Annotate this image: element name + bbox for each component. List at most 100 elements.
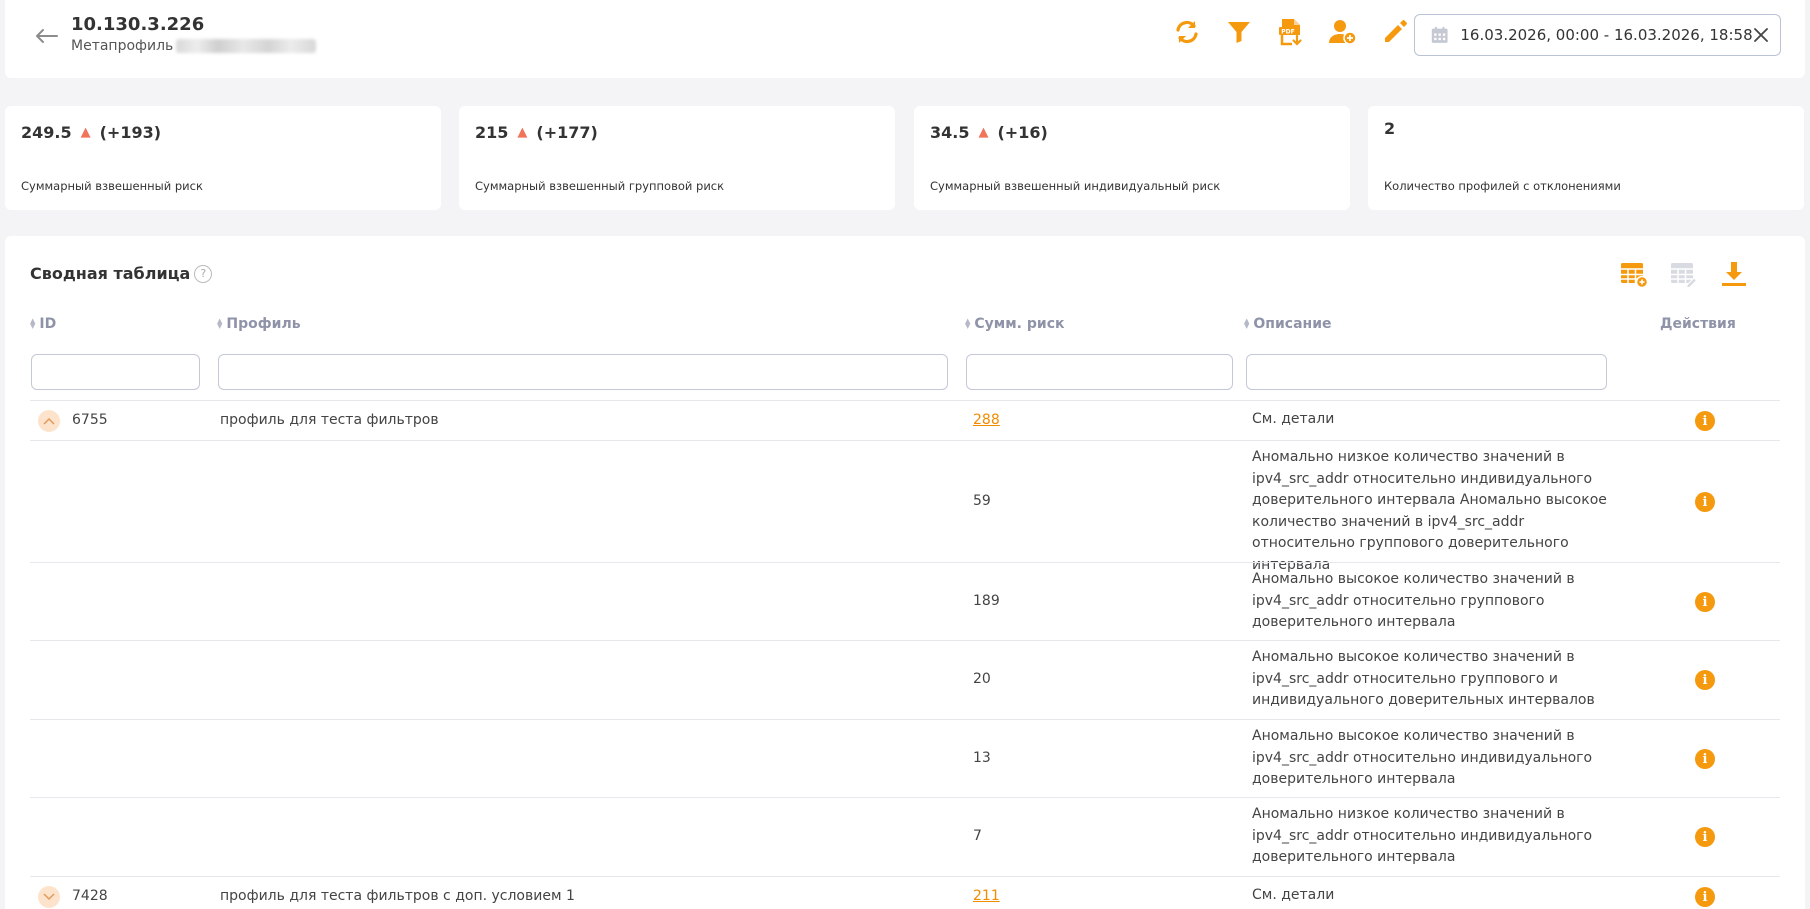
row-id: 6755 [72,412,108,428]
expand-row-button[interactable] [38,886,60,908]
page-title: 10.130.3.226 [71,14,205,35]
card-delta: (+193) [99,123,162,142]
date-range-value: 16.03.2026, 00:00 - 16.03.2026, 18:58 [1460,26,1753,44]
add-user-button[interactable] [1328,17,1358,47]
row-sum-risk-link[interactable]: 211 [973,888,1000,904]
user-add-icon [1329,20,1357,45]
filter-input-id[interactable] [31,354,200,390]
row-id: 7428 [72,888,108,904]
row-description: См. детали [1252,411,1335,427]
filter-input-sum-risk[interactable] [966,354,1233,390]
column-header-id[interactable]: ▲ ▼ ID [30,316,56,332]
back-arrow-icon [36,29,58,43]
table-row: 7428 профиль для теста фильтров с доп. у… [30,876,1780,909]
column-header-label: Сумм. риск [974,316,1065,332]
card-group-weighted-risk: 215 ▲ (+177) Суммарный взвешенный группо… [459,106,895,210]
info-icon[interactable]: i [1695,492,1715,512]
table-row: 13 Аномально высокое количество значений… [30,719,1780,797]
pdf-export-button[interactable]: PDF [1276,17,1306,47]
filter-button[interactable] [1224,17,1254,47]
table-title: Сводная таблица ? [30,264,213,283]
column-header-profile[interactable]: ▲ ▼ Профиль [217,316,301,332]
svg-text:PDF: PDF [1281,29,1294,36]
pdf-export-icon: PDF [1279,19,1302,46]
row-description: Аномально низкое количество значений в i… [1252,449,1607,573]
row-profile: профиль для теста фильтров [220,412,439,428]
summary-table-panel: Сводная таблица ? ▲ ▼ ID ▲ ▼ Профиль ▲ ▼… [5,236,1805,909]
column-header-label: Описание [1253,316,1332,332]
sort-icon: ▲ ▼ [217,317,223,330]
collapse-row-button[interactable] [38,410,60,432]
card-individual-weighted-risk: 34.5 ▲ (+16) Суммарный взвешенный индиви… [914,106,1350,210]
row-sum-risk-link[interactable]: 288 [973,412,1000,428]
trend-up-icon: ▲ [80,125,91,140]
card-label: Количество профилей с отклонениями [1384,179,1621,193]
table-title-text: Сводная таблица [30,264,191,283]
table-row: 6755 профиль для теста фильтров 288 См. … [30,400,1780,440]
column-header-label: ID [39,316,57,332]
sort-icon: ▲ ▼ [965,317,971,330]
back-button[interactable] [31,24,61,48]
column-header-sum-risk[interactable]: ▲ ▼ Сумм. риск [965,316,1065,332]
table-row: 7 Аномально низкое количество значений в… [30,797,1780,876]
page-header: 10.130.3.226 Метапрофиль PDF 16.03.2026,… [5,0,1805,78]
column-header-description[interactable]: ▲ ▼ Описание [1244,316,1332,332]
edit-button[interactable] [1380,17,1410,47]
column-header-actions: Действия [1660,316,1736,332]
table-toolbar [1619,258,1749,290]
row-sum-risk: 13 [973,750,991,766]
row-sum-risk: 59 [973,493,991,509]
filter-input-profile[interactable] [218,354,948,390]
row-profile: профиль для теста фильтров с доп. услови… [220,888,575,904]
card-value: 215 [475,123,509,142]
refresh-button[interactable] [1172,17,1202,47]
header-toolbar: PDF [1172,17,1410,47]
chevron-up-icon [43,417,55,425]
card-total-weighted-risk: 249.5 ▲ (+193) Суммарный взвешенный риск [5,106,441,210]
refresh-icon [1176,20,1198,44]
info-icon[interactable]: i [1695,592,1715,612]
clear-date-button[interactable] [1753,24,1770,46]
table-add-icon [1621,263,1648,288]
row-sum-risk: 20 [973,671,991,687]
close-icon [1754,28,1769,42]
trend-up-icon: ▲ [517,125,528,140]
row-description: Аномально низкое количество значений в i… [1252,806,1593,865]
edit-icon [1385,20,1407,42]
card-delta: (+16) [997,123,1048,142]
row-description: Аномально высокое количество значений в … [1252,571,1575,630]
download-icon [1722,262,1746,286]
metaprofile: Метапрофиль [71,38,317,54]
download-button[interactable] [1719,258,1749,290]
row-description: Аномально высокое количество значений в … [1252,728,1593,787]
info-icon[interactable]: i [1695,411,1715,431]
table-add-column-button[interactable] [1619,258,1649,290]
chevron-down-icon [43,893,55,901]
column-header-label: Действия [1660,316,1736,332]
info-icon[interactable]: i [1695,827,1715,847]
metric-cards: 249.5 ▲ (+193) Суммарный взвешенный риск… [5,106,1805,210]
card-value: 249.5 [21,123,72,142]
help-icon[interactable]: ? [194,264,213,283]
column-header-label: Профиль [226,316,301,332]
card-value: 2 [1384,119,1396,138]
sort-icon: ▲ ▼ [30,317,36,330]
info-icon[interactable]: i [1695,749,1715,769]
date-range-picker[interactable]: 16.03.2026, 00:00 - 16.03.2026, 18:58 [1414,14,1781,56]
table-row: 189 Аномально высокое количество значени… [30,562,1780,640]
card-profiles-with-deviations: 2 Количество профилей с отклонениями [1368,106,1804,210]
table-edit-button[interactable] [1669,258,1699,290]
sort-icon: ▲ ▼ [1244,317,1250,330]
filter-input-description[interactable] [1246,354,1607,390]
card-label: Суммарный взвешенный групповой риск [475,179,725,193]
card-delta: (+177) [536,123,598,142]
card-label: Суммарный взвешенный индивидуальный риск [930,179,1221,193]
metaprofile-label: Метапрофиль [71,38,174,54]
table-edit-icon [1671,263,1698,288]
info-icon[interactable]: i [1695,887,1715,907]
calendar-icon [1431,26,1448,43]
table-row: 20 Аномально высокое количество значений… [30,640,1780,719]
filter-icon [1228,22,1250,43]
metaprofile-value-redacted [176,39,317,53]
info-icon[interactable]: i [1695,670,1715,690]
